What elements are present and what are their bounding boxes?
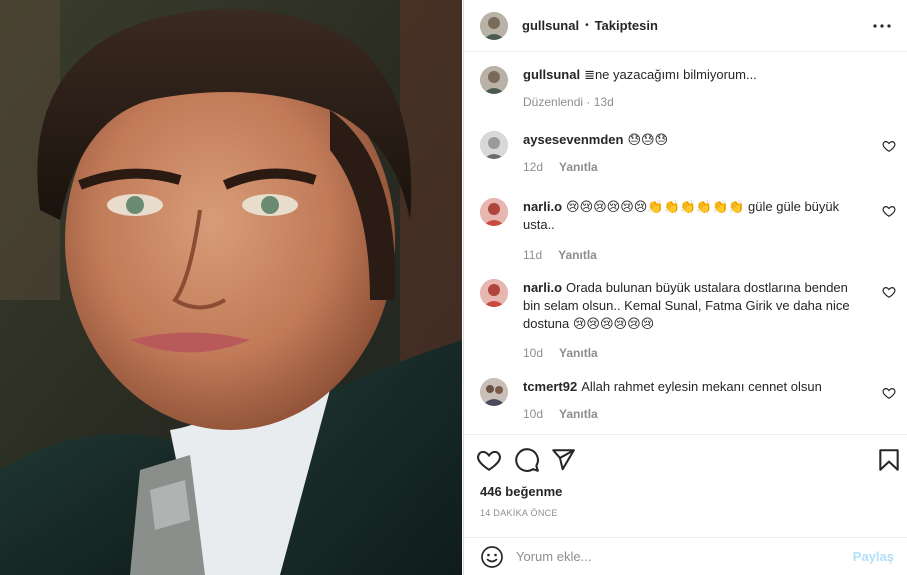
commenter-avatar[interactable] (480, 279, 508, 307)
share-icon[interactable] (550, 447, 576, 473)
comment-item: tcmert92 Allah rahmet eylesin mekanı cenn… (480, 378, 900, 421)
comment-input[interactable] (516, 549, 853, 564)
reply-button[interactable]: Yanıtla (558, 248, 597, 262)
comment-text: aysesevenmden 😓😓😓 (523, 131, 868, 149)
comment-item: narli.o Orada bulunan büyük ustalara dost… (480, 279, 900, 360)
more-options-button[interactable] (870, 14, 894, 38)
post-image (0, 0, 462, 575)
comment-username[interactable]: narli.o (523, 199, 562, 214)
like-icon[interactable] (476, 447, 502, 473)
comment-composer: Paylaş (464, 537, 907, 575)
reply-button[interactable]: Yanıtla (559, 346, 598, 360)
caption: gullsunal ≣ne yazacağımı bilmiyorum... Dü… (480, 66, 900, 109)
comment-body: 😓😓😓 (627, 132, 669, 147)
comment-icon[interactable] (514, 447, 540, 473)
header-separator: • (585, 20, 589, 31)
comment-like-icon[interactable] (882, 386, 896, 400)
comment-age[interactable]: 10d (523, 346, 543, 360)
edited-label: Düzenlendi (523, 95, 584, 109)
caption-meta: Düzenlendi · 13d (523, 95, 868, 109)
comment-body: Orada bulunan büyük ustalara dostlarına … (523, 280, 850, 331)
caption-edited: Düzenlendi · 13d (523, 95, 614, 109)
comments-list[interactable]: gullsunal ≣ne yazacağımı bilmiyorum... Dü… (464, 53, 907, 433)
caption-body: ≣ne yazacağımı bilmiyorum... (584, 67, 757, 82)
commenter-avatar[interactable] (480, 198, 508, 226)
caption-username[interactable]: gullsunal (523, 67, 580, 82)
comment-item: aysesevenmden 😓😓😓 12d Yanıtla (480, 131, 900, 174)
like-count[interactable]: 446 beğenme (480, 484, 562, 499)
commenter-avatar[interactable] (480, 378, 508, 406)
caption-text: gullsunal ≣ne yazacağımı bilmiyorum... (523, 66, 868, 84)
comment-like-icon[interactable] (882, 285, 896, 299)
comment-age[interactable]: 12d (523, 160, 543, 174)
comment-meta: 10d Yanıtla (523, 407, 868, 421)
post-timestamp[interactable]: 14 DAKİKA ÖNCE (480, 508, 558, 518)
author-username[interactable]: gullsunal (522, 18, 579, 33)
comment-text: narli.o 😢😢😢😢😢😢👏👏👏👏👏👏 güle güle büyük usta… (523, 198, 868, 234)
post-photo[interactable] (0, 0, 462, 575)
comment-meta: 11d Yanıtla (523, 248, 868, 262)
more-horizontal-icon (873, 23, 891, 28)
post-actions (464, 434, 907, 486)
follow-status[interactable]: Takiptesin (595, 18, 658, 33)
comment-text: narli.o Orada bulunan büyük ustalara dost… (523, 279, 868, 333)
commenter-avatar[interactable] (480, 131, 508, 159)
comment-body: 😢😢😢😢😢😢👏👏👏👏👏👏 güle güle büyük usta.. (523, 199, 840, 232)
comment-like-icon[interactable] (882, 204, 896, 218)
reply-button[interactable]: Yanıtla (559, 407, 598, 421)
comment-meta: 12d Yanıtla (523, 160, 868, 174)
post-header: gullsunal • Takiptesin (464, 0, 907, 52)
post-comment-button[interactable]: Paylaş (853, 549, 894, 564)
comment-meta: 10d Yanıtla (523, 346, 868, 360)
comment-username[interactable]: narli.o (523, 280, 562, 295)
comment-text: tcmert92 Allah rahmet eylesin mekanı cenn… (523, 378, 868, 396)
comment-body: Allah rahmet eylesin mekanı cennet olsun (581, 379, 822, 394)
post-sidebar: gullsunal • Takiptesin gullsunal ≣ne yaza… (463, 0, 907, 575)
caption-avatar[interactable] (480, 66, 508, 94)
comment-age[interactable]: 10d (523, 407, 543, 421)
comment-username[interactable]: aysesevenmden (523, 132, 623, 147)
comment-username[interactable]: tcmert92 (523, 379, 577, 394)
emoji-icon[interactable] (480, 545, 504, 569)
reply-button[interactable]: Yanıtla (559, 160, 598, 174)
comment-item: narli.o 😢😢😢😢😢😢👏👏👏👏👏👏 güle güle büyük usta… (480, 198, 900, 262)
save-icon[interactable] (876, 447, 902, 473)
comment-age[interactable]: 11d (523, 248, 542, 262)
caption-age[interactable]: 13d (594, 95, 614, 109)
comment-like-icon[interactable] (882, 139, 896, 153)
author-avatar[interactable] (480, 11, 508, 40)
